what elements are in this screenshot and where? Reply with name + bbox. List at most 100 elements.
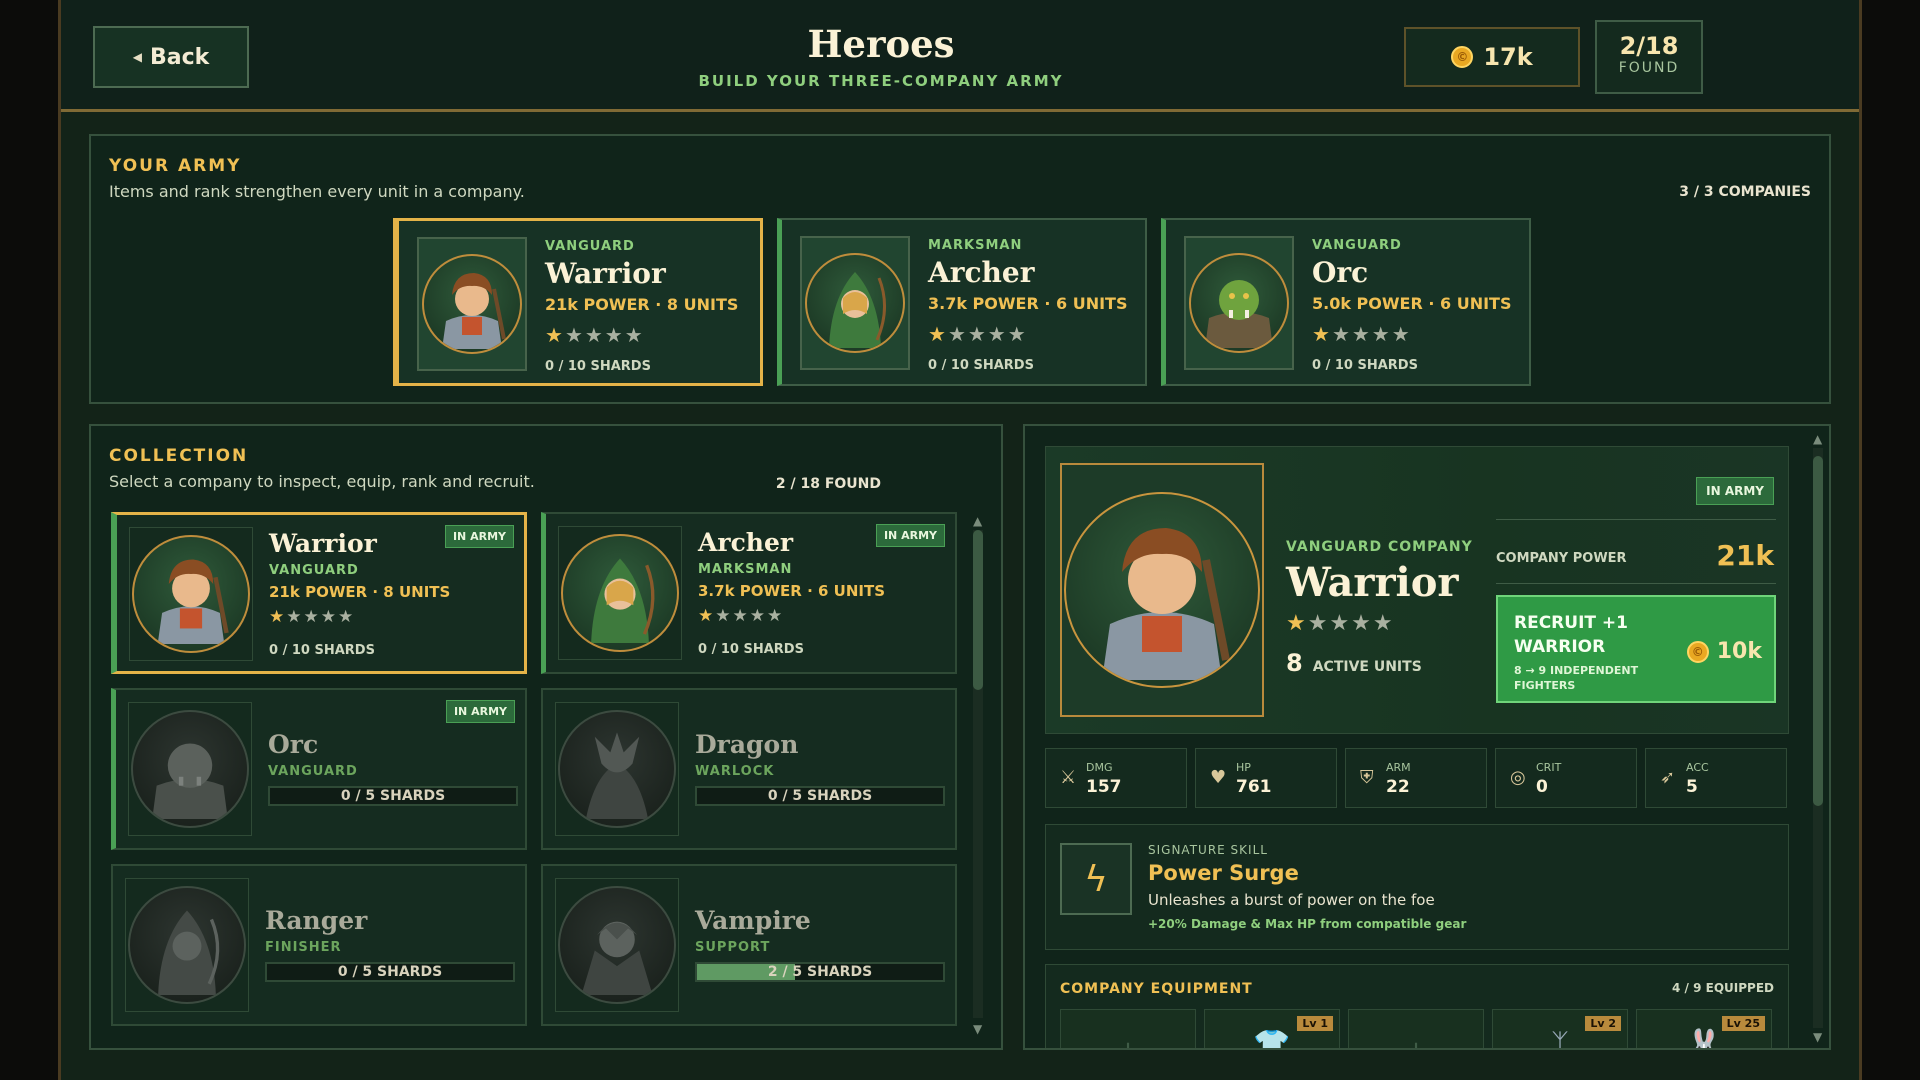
shard-progress-bar: 2 / 5 SHARDS xyxy=(695,962,945,982)
collection-card-shards: 0 / 10 SHARDS xyxy=(698,642,804,657)
bunny-icon: 🐰 xyxy=(1685,1028,1723,1050)
army-card-power: 3.7k POWER · 6 UNITS xyxy=(928,294,1128,313)
army-card-power: 21k POWER · 8 UNITS xyxy=(545,295,739,314)
collection-description: Select a company to inspect, equip, rank… xyxy=(109,472,535,491)
army-card-power: 5.0k POWER · 6 UNITS xyxy=(1312,294,1512,313)
stat-value: 0 xyxy=(1536,777,1548,797)
recruit-cost-value: 10k xyxy=(1716,639,1762,664)
stat-value: 22 xyxy=(1386,777,1410,797)
archer-portrait-icon xyxy=(805,253,905,353)
collection-card-name: Dragon xyxy=(695,730,799,759)
army-card-name: Archer xyxy=(928,256,1035,289)
equipment-slot[interactable]: Lv 1 👕 xyxy=(1204,1009,1340,1050)
coin-amount: 17k xyxy=(1483,43,1533,71)
star-filled-icon: ★ xyxy=(1312,322,1332,346)
orc-silhouette-icon xyxy=(131,710,249,828)
star-empty-icon: ★★★★ xyxy=(715,606,785,626)
ranger-silhouette-icon xyxy=(128,886,246,1004)
equipment-title: COMPANY EQUIPMENT xyxy=(1060,981,1253,997)
scroll-up-icon[interactable]: ▲ xyxy=(973,514,982,528)
in-army-badge: IN ARMY xyxy=(444,525,514,548)
collection-portrait xyxy=(129,527,253,661)
collection-card-dragon[interactable]: Dragon WARLOCK 0 / 5 SHARDS xyxy=(541,688,957,850)
army-card-portrait xyxy=(800,236,910,370)
star-filled-icon: ★ xyxy=(928,322,948,346)
army-description: Items and rank strengthen every unit in … xyxy=(109,182,525,201)
shard-progress-label: 0 / 5 SHARDS xyxy=(337,964,443,980)
stat-value: 157 xyxy=(1086,777,1122,797)
scroll-down-icon[interactable]: ▼ xyxy=(973,1022,982,1036)
equipment-slot[interactable]: Lv 2ᛉ xyxy=(1492,1009,1628,1048)
army-card-orc[interactable]: VANGUARD Orc 5.0k POWER · 6 UNITS ★★★★★ … xyxy=(1161,218,1531,386)
scroll-down-icon[interactable]: ▼ xyxy=(1813,1030,1822,1044)
equipment-slot-empty[interactable]: + xyxy=(1060,1009,1196,1048)
coin-icon: © xyxy=(1451,46,1474,68)
army-card-name: Warrior xyxy=(545,257,666,290)
skill-name: Power Surge xyxy=(1148,861,1299,885)
shard-progress-bar: 0 / 5 SHARDS xyxy=(265,962,515,982)
collection-card-orc[interactable]: IN ARMY Orc VANGUARD 0 / 5 SHARDS xyxy=(111,688,527,850)
archer-portrait-icon xyxy=(561,534,679,652)
army-title: YOUR ARMY xyxy=(109,156,242,176)
page-subtitle: BUILD YOUR THREE-COMPANY ARMY xyxy=(698,72,1064,90)
active-units-value: 8 xyxy=(1286,649,1303,677)
hero-star-rating: ★★★★★ xyxy=(1286,611,1395,636)
detail-scroll-thumb[interactable] xyxy=(1813,456,1823,806)
army-card-portrait xyxy=(417,237,527,371)
collection-card-archer[interactable]: IN ARMY Archer MARKSMAN 3.7k POWER · 6 U… xyxy=(541,512,957,674)
shard-progress-bar: 0 / 5 SHARDS xyxy=(695,786,945,806)
back-label: Back xyxy=(149,44,210,70)
stat-label: ARM xyxy=(1386,761,1411,774)
plus-icon: + xyxy=(1061,1036,1195,1048)
stat-hp: ♥ HP 761 xyxy=(1195,748,1337,808)
collection-portrait xyxy=(128,702,252,836)
stat-value: 761 xyxy=(1236,777,1272,797)
heroes-screen: ◀ Back Heroes BUILD YOUR THREE-COMPANY A… xyxy=(58,0,1862,1080)
star-rating: ★★★★★ xyxy=(269,607,355,627)
equipment-slot-empty[interactable]: + xyxy=(1348,1009,1484,1048)
back-button[interactable]: ◀ Back xyxy=(93,26,249,88)
collection-portrait xyxy=(555,702,679,836)
army-card-warrior[interactable]: VANGUARD Warrior 21k POWER · 8 UNITS ★★★… xyxy=(393,218,763,386)
warrior-portrait-icon xyxy=(422,254,522,354)
collection-card-vampire[interactable]: Vampire SUPPORT 2 / 5 SHARDS xyxy=(541,864,957,1026)
found-label: FOUND xyxy=(1618,60,1680,76)
recruit-subtitle: 8 → 9 INDEPENDENT FIGHTERS xyxy=(1514,664,1639,692)
company-power-label: COMPANY POWER xyxy=(1496,551,1627,566)
recruit-button[interactable]: RECRUIT +1 WARRIOR 8 → 9 INDEPENDENT FIG… xyxy=(1496,595,1776,703)
star-rating: ★★★★★ xyxy=(928,322,1028,346)
star-rating: ★★★★★ xyxy=(545,323,645,347)
army-count: 3 / 3 COMPANIES xyxy=(1679,184,1811,200)
army-card-shards: 0 / 10 SHARDS xyxy=(1312,358,1418,373)
stat-dmg: ⚔ DMG 157 xyxy=(1045,748,1187,808)
collection-card-ranger[interactable]: Ranger FINISHER 0 / 5 SHARDS xyxy=(111,864,527,1026)
in-army-badge: IN ARMY xyxy=(1696,477,1774,505)
chainmail-icon: 👕 xyxy=(1253,1028,1291,1050)
detail-scrollbar[interactable] xyxy=(1813,448,1823,1028)
stat-label: ACC xyxy=(1686,761,1709,774)
coin-icon: © xyxy=(1686,640,1709,663)
collection-scroll-thumb[interactable] xyxy=(973,530,983,690)
collection-scrollbar[interactable] xyxy=(973,530,983,1018)
star-filled-icon: ★ xyxy=(545,323,565,347)
collection-card-role: FINISHER xyxy=(265,940,342,955)
header-bar: ◀ Back Heroes BUILD YOUR THREE-COMPANY A… xyxy=(61,0,1859,112)
shard-progress-label: 0 / 5 SHARDS xyxy=(767,788,873,804)
army-card-archer[interactable]: MARKSMAN Archer 3.7k POWER · 6 UNITS ★★★… xyxy=(777,218,1147,386)
equipment-slot[interactable]: Lv 25 🐰 xyxy=(1636,1009,1772,1050)
army-card-name: Orc xyxy=(1312,256,1369,289)
star-empty-icon: ★★★★ xyxy=(947,322,1028,346)
collection-card-role: VANGUARD xyxy=(269,563,359,578)
crit-icon: ◎ xyxy=(1510,767,1526,788)
lightning-icon: ϟ xyxy=(1060,843,1132,915)
hero-name: Warrior xyxy=(1286,559,1459,606)
army-card-role: VANGUARD xyxy=(1312,238,1402,253)
scroll-up-icon[interactable]: ▲ xyxy=(1813,432,1822,446)
collection-portrait xyxy=(125,878,249,1012)
dragon-silhouette-icon xyxy=(558,710,676,828)
stat-acc: ➶ ACC 5 xyxy=(1645,748,1787,808)
collection-card-warrior[interactable]: IN ARMY Warrior VANGUARD 21k POWER · 8 U… xyxy=(111,512,527,674)
warrior-portrait-icon xyxy=(1064,492,1260,688)
right-letterbox xyxy=(1862,0,1920,1080)
collection-card-power: 21k POWER · 8 UNITS xyxy=(269,583,451,601)
